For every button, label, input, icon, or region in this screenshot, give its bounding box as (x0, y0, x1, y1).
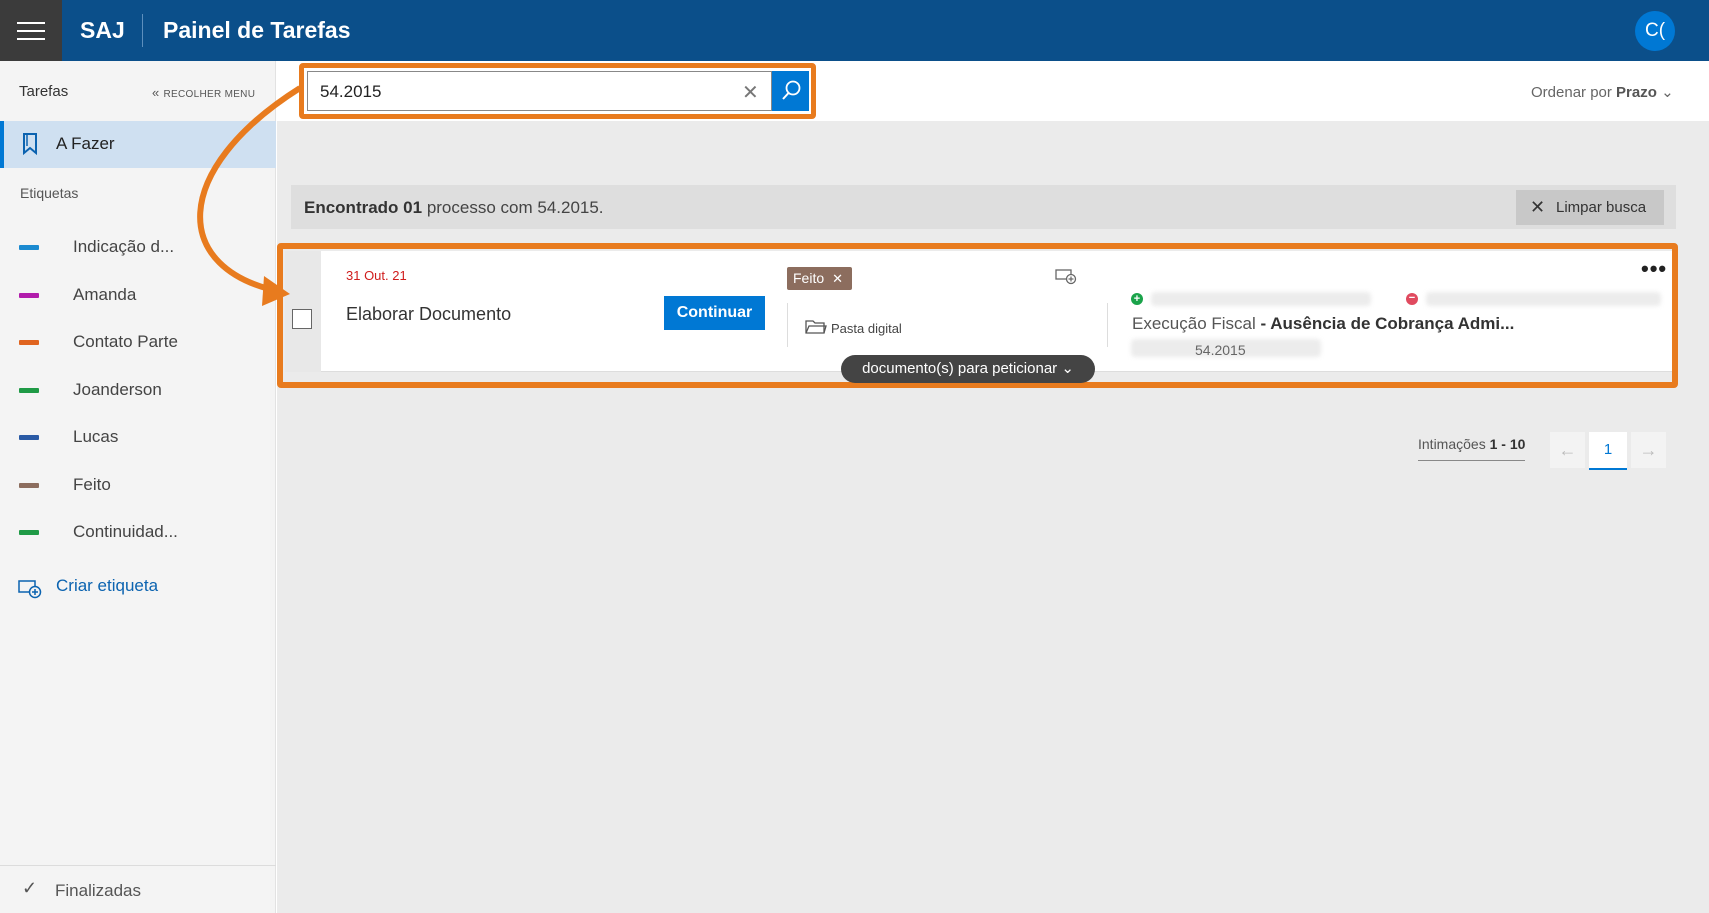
task-tag-label: Feito (793, 270, 825, 286)
tag-color-swatch (19, 340, 39, 345)
tag-label: Continuidad... (73, 522, 178, 541)
sidebar: Tarefas «RECOLHER MENU A Fazer Etiquetas… (0, 61, 276, 913)
arrow-left-icon[interactable]: ← (1550, 432, 1585, 468)
brand-logo[interactable]: SAJ (80, 0, 125, 61)
tag-color-swatch (19, 293, 39, 298)
bookmark-icon (23, 133, 37, 156)
search-button[interactable] (772, 71, 809, 111)
labels-heading: Etiquetas (20, 185, 79, 201)
checkmark-icon: ✓ (22, 878, 38, 898)
remove-tag-icon[interactable]: ✕ (832, 271, 843, 286)
search-input[interactable] (320, 80, 720, 104)
process-class-prefix: Execução Fiscal (1132, 314, 1256, 333)
task-tag-badge: Feito ✕ (787, 267, 853, 290)
avatar[interactable]: C( (1635, 11, 1675, 51)
sidebar-item-finalizadas[interactable]: ✓ Finalizadas (0, 865, 276, 913)
sidebar-tag-item[interactable]: Feito (0, 470, 276, 500)
chevron-down-icon: ⌄ (1661, 84, 1674, 101)
arrow-right-icon[interactable]: → (1631, 432, 1666, 468)
tag-label: Joanderson (73, 380, 162, 399)
result-detail: processo com 54.2015. (422, 198, 604, 217)
divider (787, 303, 788, 347)
tag-label: Indicação d... (73, 237, 175, 256)
close-icon: ✕ (1530, 197, 1546, 217)
sidebar-item-label: Finalizadas (55, 881, 141, 900)
documents-to-file-dropdown[interactable]: documento(s) para peticionar ⌄ (841, 355, 1095, 383)
process-subject: - Ausência de Cobrança Admi... (1255, 314, 1515, 333)
add-tag-icon (18, 580, 42, 599)
sidebar-tag-item[interactable]: Continuidad... (0, 517, 276, 547)
divider (1107, 303, 1108, 347)
tag-color-swatch (19, 530, 39, 535)
sidebar-tag-item[interactable]: Joanderson (0, 375, 276, 405)
tag-label: Feito (73, 475, 111, 494)
page-button[interactable]: 1 (1589, 432, 1627, 470)
redacted-party-name (1151, 292, 1371, 306)
search-result-bar: Encontrado 01 processo com 54.2015. ✕ Lim… (291, 185, 1676, 229)
task-title: Elaborar Documento (346, 304, 512, 324)
task-due-date: 31 Out. 21 (346, 268, 407, 283)
tag-color-swatch (19, 388, 39, 393)
page-title: Painel de Tarefas (163, 17, 351, 43)
hamburger-menu-icon[interactable] (0, 0, 62, 61)
search-icon (782, 80, 801, 100)
tag-label: Contato Parte (73, 332, 178, 351)
tag-color-swatch (19, 245, 39, 250)
result-summary: Encontrado 01 processo com 54.2015. (304, 198, 604, 218)
sidebar-section-title: Tarefas (19, 83, 69, 100)
process-number: 54.2015 (1195, 342, 1246, 358)
add-tag-icon[interactable] (1055, 268, 1077, 286)
plus-circle-icon: + (1131, 293, 1143, 305)
pagination-prefix: Intimações (1418, 436, 1486, 452)
digital-folder-link[interactable]: Pasta digital (831, 321, 902, 336)
sort-dropdown[interactable]: Ordenar por Prazo ⌄ (1531, 83, 1674, 101)
result-count: Encontrado 01 (304, 198, 423, 217)
more-options-icon[interactable]: ••• (1641, 256, 1667, 282)
collapse-menu-label: RECOLHER MENU (163, 89, 256, 100)
clear-search-label: Limpar busca (1556, 199, 1647, 216)
sidebar-tag-item[interactable]: Contato Parte (0, 327, 276, 357)
main-content (277, 121, 1709, 913)
process-class: Execução Fiscal - Ausência de Cobrança A… (1132, 314, 1514, 334)
minus-circle-icon: − (1406, 293, 1418, 305)
chevron-down-icon: ⌄ (1061, 360, 1074, 377)
sidebar-tag-item[interactable]: Lucas (0, 422, 276, 452)
sidebar-tag-item[interactable]: Indicação d... (0, 232, 276, 262)
top-bar: SAJ Painel de Tarefas C( (0, 0, 1709, 61)
sidebar-tag-item[interactable]: Amanda (0, 280, 276, 310)
sort-prefix: Ordenar por (1531, 84, 1612, 101)
tag-color-swatch (19, 435, 39, 440)
redacted-party-name (1426, 292, 1661, 306)
sidebar-item-label: A Fazer (56, 134, 115, 153)
task-checkbox[interactable] (292, 309, 312, 329)
pagination-label: Intimações 1 - 10 (1418, 436, 1526, 461)
documents-label: documento(s) para peticionar (862, 360, 1058, 377)
task-card: 31 Out. 21 Elaborar Documento Continuar … (321, 251, 1672, 372)
tag-color-swatch (19, 483, 39, 488)
pagination-range: 1 - 10 (1489, 436, 1526, 452)
folder-icon[interactable] (805, 318, 827, 336)
sidebar-item-a-fazer[interactable]: A Fazer (0, 121, 276, 168)
create-tag-label: Criar etiqueta (56, 576, 159, 595)
tag-label: Amanda (73, 285, 137, 304)
continue-button[interactable]: Continuar (664, 296, 765, 330)
sort-value: Prazo (1616, 84, 1657, 101)
header-divider (142, 14, 143, 47)
clear-search-button[interactable]: ✕ Limpar busca (1516, 190, 1664, 225)
collapse-menu-button[interactable]: «RECOLHER MENU (152, 85, 255, 100)
tag-label: Lucas (73, 427, 119, 446)
clear-search-icon[interactable]: ✕ (742, 80, 759, 105)
double-chevron-left-icon: « (152, 85, 160, 100)
search-field[interactable]: ✕ (307, 71, 772, 111)
